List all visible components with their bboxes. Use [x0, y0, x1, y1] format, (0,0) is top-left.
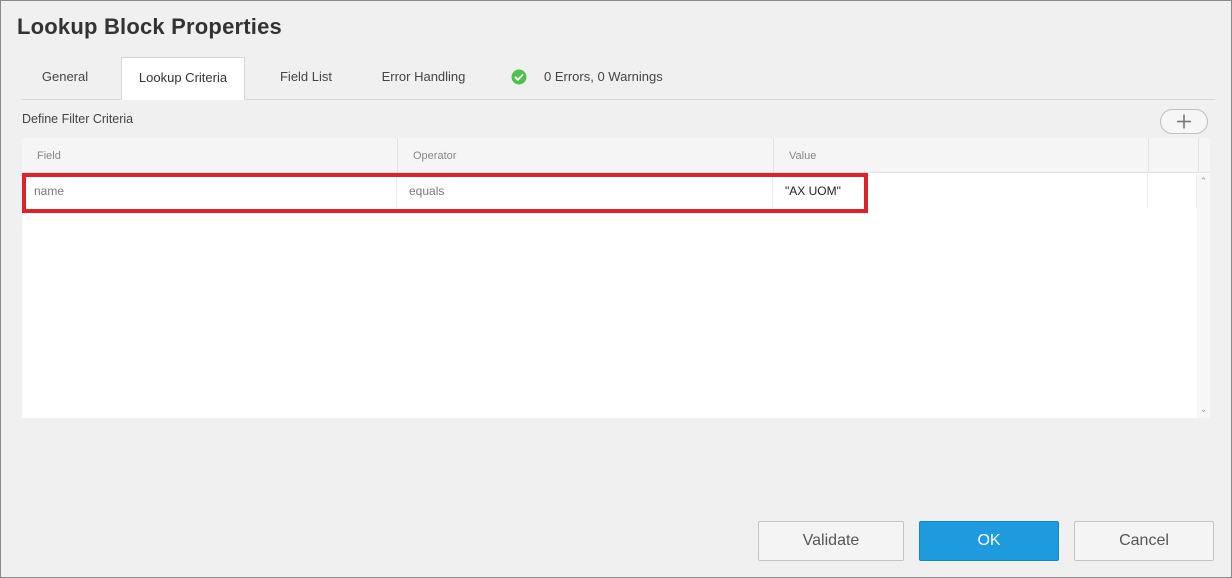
grid-scrollbar[interactable]: ⌃ ⌄ [1197, 174, 1210, 418]
column-header-actions [1149, 138, 1199, 173]
dialog-title: Lookup Block Properties [17, 14, 282, 39]
section-label: Define Filter Criteria [22, 112, 134, 126]
table-row[interactable]: name equals "AX UOM" [22, 174, 1197, 208]
scroll-up-icon[interactable]: ⌃ [1199, 177, 1208, 186]
cell-operator[interactable]: equals [397, 174, 773, 208]
criteria-grid: Field Operator Value name equals "AX UOM… [22, 138, 1210, 418]
cell-actions [1148, 174, 1197, 208]
check-circle-icon [511, 69, 527, 85]
tab-field-list[interactable]: Field List [264, 57, 348, 99]
lookup-block-properties-dialog: Lookup Block Properties General Lookup C… [0, 0, 1232, 578]
column-header-field[interactable]: Field [22, 138, 398, 173]
tab-general[interactable]: General [21, 57, 109, 99]
column-header-operator[interactable]: Operator [398, 138, 774, 173]
validate-button[interactable]: Validate [758, 521, 904, 561]
column-header-value[interactable]: Value [774, 138, 1149, 173]
cell-value[interactable]: "AX UOM" [773, 174, 1148, 208]
tab-lookup-criteria[interactable]: Lookup Criteria [121, 57, 245, 100]
add-criteria-button[interactable] [1160, 109, 1208, 134]
status-text: 0 Errors, 0 Warnings [544, 69, 663, 84]
tab-bar: General Lookup Criteria Field List Error… [21, 57, 1215, 100]
grid-header: Field Operator Value [22, 138, 1210, 173]
ok-button[interactable]: OK [919, 521, 1059, 561]
tab-error-handling[interactable]: Error Handling [366, 57, 481, 99]
cell-field[interactable]: name [22, 174, 397, 208]
scroll-down-icon[interactable]: ⌄ [1199, 405, 1208, 414]
plus-icon [1177, 114, 1191, 129]
cancel-button[interactable]: Cancel [1074, 521, 1214, 561]
